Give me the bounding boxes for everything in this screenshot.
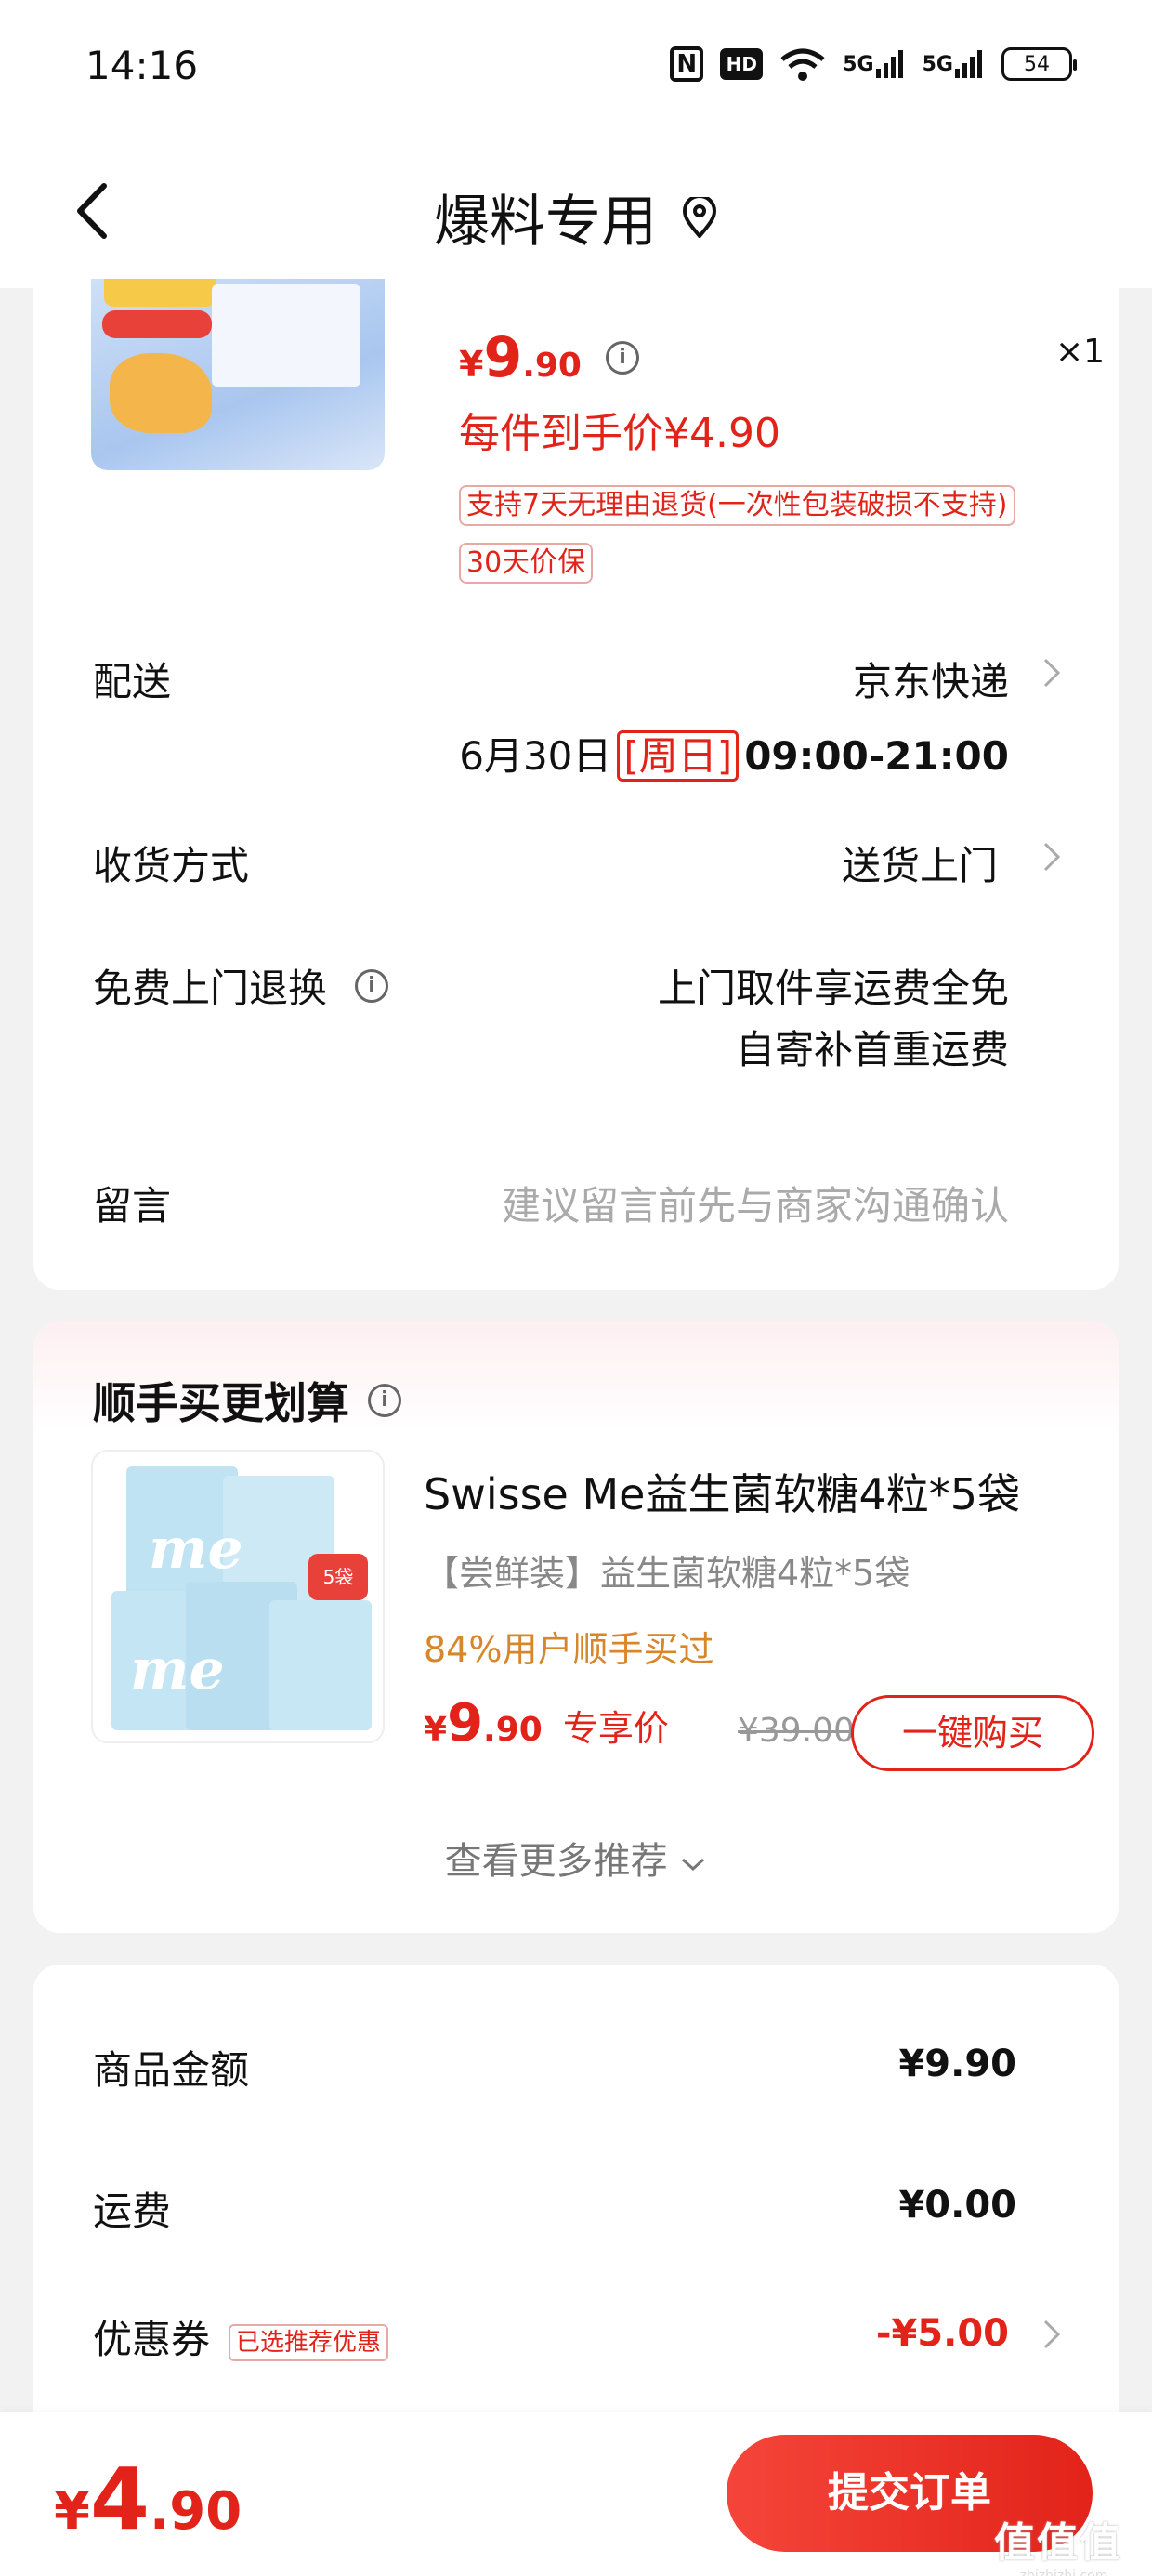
free-return-label: 免费上门退换 <box>93 966 328 1011</box>
delivery-carrier[interactable]: 京东快递 <box>853 651 1009 707</box>
price-decimal: .90 <box>483 1711 543 1749</box>
coupon-tag: 已选推荐优惠 <box>229 2323 389 2361</box>
chevron-right-icon[interactable] <box>1041 2316 1063 2353</box>
free-return-label-wrap: 免费上门退换 i <box>93 957 389 1014</box>
price-integer: 9 <box>447 1693 484 1754</box>
exclusive-price-label: 专享价 <box>562 1708 669 1749</box>
recommend-price: ¥ 9 .90 专享价 <box>424 1693 669 1754</box>
nfc-icon: N <box>670 46 704 82</box>
price-protect-tag: 30天价保 <box>459 543 594 584</box>
signal-label: 5G <box>922 52 953 76</box>
return-policy-tag: 支持7天无理由退货(一次性包装破损不支持) <box>459 485 1015 526</box>
chevron-right-icon[interactable] <box>1041 838 1063 875</box>
status-bar: 14:16 N HD 5G 5G 54 <box>0 0 1152 139</box>
total-currency: ¥ <box>54 2481 90 2542</box>
watermark-text: 值值值 <box>994 2519 1122 2567</box>
pack-count-badge: 5袋 <box>308 1554 368 1600</box>
coupon-label: 优惠券 <box>93 2317 211 2362</box>
recommend-product-name[interactable]: Swisse Me益生菌软糖4粒*5袋 <box>424 1461 1020 1522</box>
recommend-stat: 84%用户顺手买过 <box>424 1629 714 1670</box>
free-return-line2: 自寄补首重运费 <box>735 1027 1009 1072</box>
price-decimal: .90 <box>522 347 582 385</box>
chevron-down-icon <box>682 1858 705 1872</box>
price-integer: 9 <box>483 325 523 390</box>
product-price: ¥ 9 .90 i <box>459 325 639 390</box>
message-label: 留言 <box>93 1183 172 1229</box>
battery-icon: 54 <box>1001 47 1077 81</box>
recommend-product-subtitle: 【尝鲜装】益生菌软糖4粒*5袋 <box>424 1553 910 1594</box>
nav-bar: 爆料专用 <box>0 139 1152 288</box>
total-price: ¥ 4 .90 <box>54 2450 242 2549</box>
delivery-date: 6月30日 <box>459 733 612 779</box>
total-decimal: .90 <box>149 2481 242 2542</box>
watermark-url: zhizhizhi.com <box>1019 2569 1108 2576</box>
signal-5g-icon-2: 5G <box>923 48 985 80</box>
price-currency: ¥ <box>424 1711 448 1749</box>
recommend-info-icon[interactable]: i <box>368 1384 401 1417</box>
recommend-card: 顺手买更划算 i me me 5袋 Swisse Me益生菌软糖4粒*5袋 【尝… <box>33 1321 1119 1933</box>
one-click-buy-button[interactable]: 一键购买 <box>851 1695 1094 1771</box>
receive-method-value[interactable]: 送货上门 <box>842 835 998 891</box>
signal-5g-icon: 5G <box>843 48 905 80</box>
delivery-time-range: 09:00-21:00 <box>744 733 1009 779</box>
recommend-title-wrap: 顺手买更划算 i <box>93 1370 401 1431</box>
message-input[interactable]: 建议留言前先与商家沟通确认 <box>502 1175 1009 1231</box>
see-more-link[interactable]: 查看更多推荐 <box>33 1831 1119 1885</box>
recommend-title: 顺手买更划算 <box>93 1378 349 1428</box>
price-info-icon[interactable]: i <box>605 341 639 375</box>
price-currency: ¥ <box>459 344 484 385</box>
free-return-line1: 上门取件享运费全免 <box>657 966 1009 1011</box>
shipping-label: 运费 <box>93 2188 172 2234</box>
chevron-right-icon[interactable] <box>1041 654 1063 691</box>
goods-amount-label: 商品金额 <box>93 2047 250 2093</box>
hd-icon: HD <box>720 48 764 80</box>
coupon-label-wrap: 优惠券 已选推荐优惠 <box>93 2308 389 2365</box>
recommend-product-image[interactable]: me me 5袋 <box>91 1450 385 1743</box>
original-price: ¥39.00 <box>738 1712 855 1750</box>
watermark-logo: 值值值 zhizhizhi.com <box>994 2509 1133 2576</box>
delivery-time[interactable]: 6月30日 [周日] 09:00-21:00 <box>459 725 1009 782</box>
see-more-label: 查看更多推荐 <box>444 1840 668 1883</box>
delivery-label: 配送 <box>93 659 172 704</box>
wifi-icon <box>780 48 825 81</box>
delivery-weekday: [周日] <box>617 730 740 782</box>
arrive-price: 每件到手价¥4.90 <box>459 410 780 457</box>
product-quantity: ×1 <box>1055 333 1106 371</box>
product-image[interactable] <box>91 279 385 470</box>
signal-label: 5G <box>843 52 874 76</box>
system-icons: N HD 5G 5G 54 <box>670 46 1077 82</box>
goods-amount-value: ¥9.90 <box>898 2043 1016 2085</box>
status-time: 14:16 <box>85 43 199 88</box>
coupon-value[interactable]: -¥5.00 <box>876 2312 1009 2355</box>
page-title: 爆料专用 <box>434 190 657 255</box>
shipping-value: ¥0.00 <box>898 2184 1016 2227</box>
receive-method-label: 收货方式 <box>93 843 250 888</box>
checkout-bar: ¥ 4 .90 提交订单 <box>0 2412 1152 2576</box>
total-integer: 4 <box>89 2450 150 2549</box>
location-pin-icon[interactable] <box>681 196 718 238</box>
order-card: ¥ 9 .90 i ×1 每件到手价¥4.90 支持7天无理由退货(一次性包装破… <box>33 279 1119 1290</box>
free-return-info-icon[interactable]: i <box>355 968 389 1003</box>
title-wrap: 爆料专用 <box>0 177 1152 257</box>
